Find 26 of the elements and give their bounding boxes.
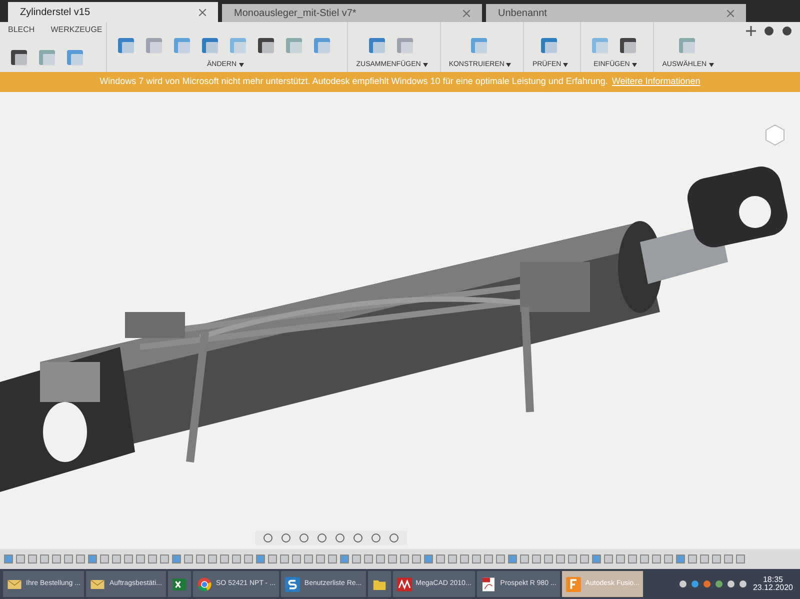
clock-date: 23.12.2020	[752, 584, 793, 592]
cad-logo-icon	[396, 576, 412, 592]
document-tab[interactable]: Zylinderstel v15	[8, 2, 218, 22]
document-tab[interactable]: Unbenannt	[486, 4, 746, 22]
caret-icon	[506, 62, 512, 67]
taskbar-button[interactable]	[368, 571, 391, 597]
close-icon[interactable]	[727, 10, 734, 16]
f-logo-icon	[566, 576, 582, 592]
s-logo-icon	[285, 576, 300, 592]
browser-icon	[197, 576, 212, 592]
ribbon-tab[interactable]: BLECH	[8, 24, 35, 36]
banner-text: Windows 7 wird von Microsoft nicht mehr unterstützt. Autodesk empfiehlt Windows 10 für eine optimale Leistung und Erfahrung.	[100, 75, 608, 88]
plus-icon[interactable]	[746, 26, 756, 36]
caret-icon	[563, 62, 568, 67]
caret-icon	[632, 62, 637, 67]
pdf-icon	[481, 576, 496, 592]
clock-time: 18:35	[762, 576, 783, 584]
caret-icon	[238, 62, 244, 67]
close-icon[interactable]	[199, 8, 206, 16]
document-tab[interactable]: Monoausleger_mit-Stiel v7*	[222, 4, 482, 22]
ribbon-tab[interactable]: WERKZEUGE	[50, 24, 102, 36]
taskbar-button[interactable]	[168, 571, 192, 597]
close-icon[interactable]	[463, 10, 470, 16]
caret-icon	[708, 62, 714, 67]
caret-icon	[422, 62, 428, 67]
spreadsheet-icon	[172, 576, 188, 592]
